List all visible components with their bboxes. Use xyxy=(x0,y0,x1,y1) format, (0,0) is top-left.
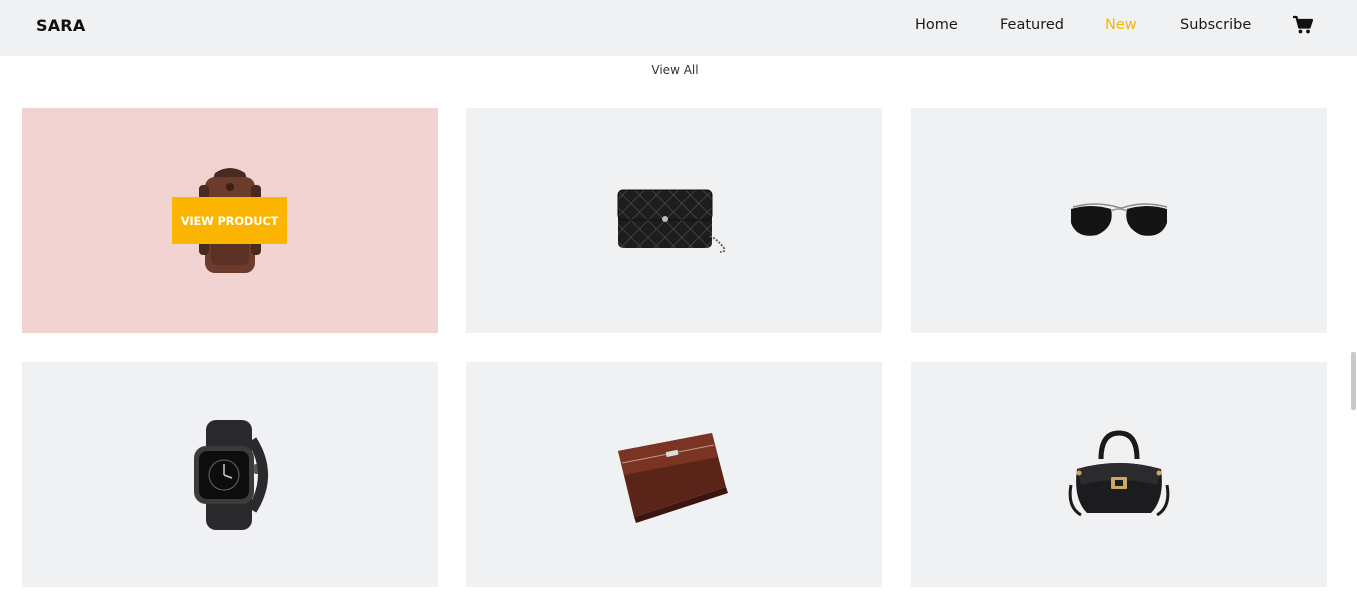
view-all-link[interactable]: View All xyxy=(640,63,710,77)
product-card-sunglasses[interactable] xyxy=(911,108,1327,333)
nav-new[interactable]: New xyxy=(1105,17,1137,33)
quilted-clutch-image xyxy=(617,189,726,253)
scrollbar-track[interactable] xyxy=(1348,56,1357,598)
nav-featured[interactable]: Featured xyxy=(1000,17,1064,33)
product-card-handbag[interactable] xyxy=(911,362,1327,587)
nav-subscribe[interactable]: Subscribe xyxy=(1180,17,1251,33)
cart-icon[interactable] xyxy=(1292,15,1314,35)
nav-home[interactable]: Home xyxy=(915,17,958,33)
view-product-button[interactable]: VIEW PRODUCT xyxy=(172,197,287,244)
black-handbag-image xyxy=(1068,429,1170,516)
brand-logo[interactable]: SARA xyxy=(36,16,85,35)
top-nav-bar: SARA Home Featured New Subscribe xyxy=(0,0,1357,56)
smart-watch-image xyxy=(194,419,268,530)
product-card-watch[interactable] xyxy=(22,362,438,587)
leather-wallet-image xyxy=(618,432,728,523)
product-card-backpack[interactable]: VIEW PRODUCT xyxy=(22,108,438,333)
product-card-clutch[interactable] xyxy=(466,108,882,333)
aviator-sunglasses-image xyxy=(1071,202,1168,236)
scrollbar-thumb[interactable] xyxy=(1351,352,1356,410)
product-card-wallet[interactable] xyxy=(466,362,882,587)
